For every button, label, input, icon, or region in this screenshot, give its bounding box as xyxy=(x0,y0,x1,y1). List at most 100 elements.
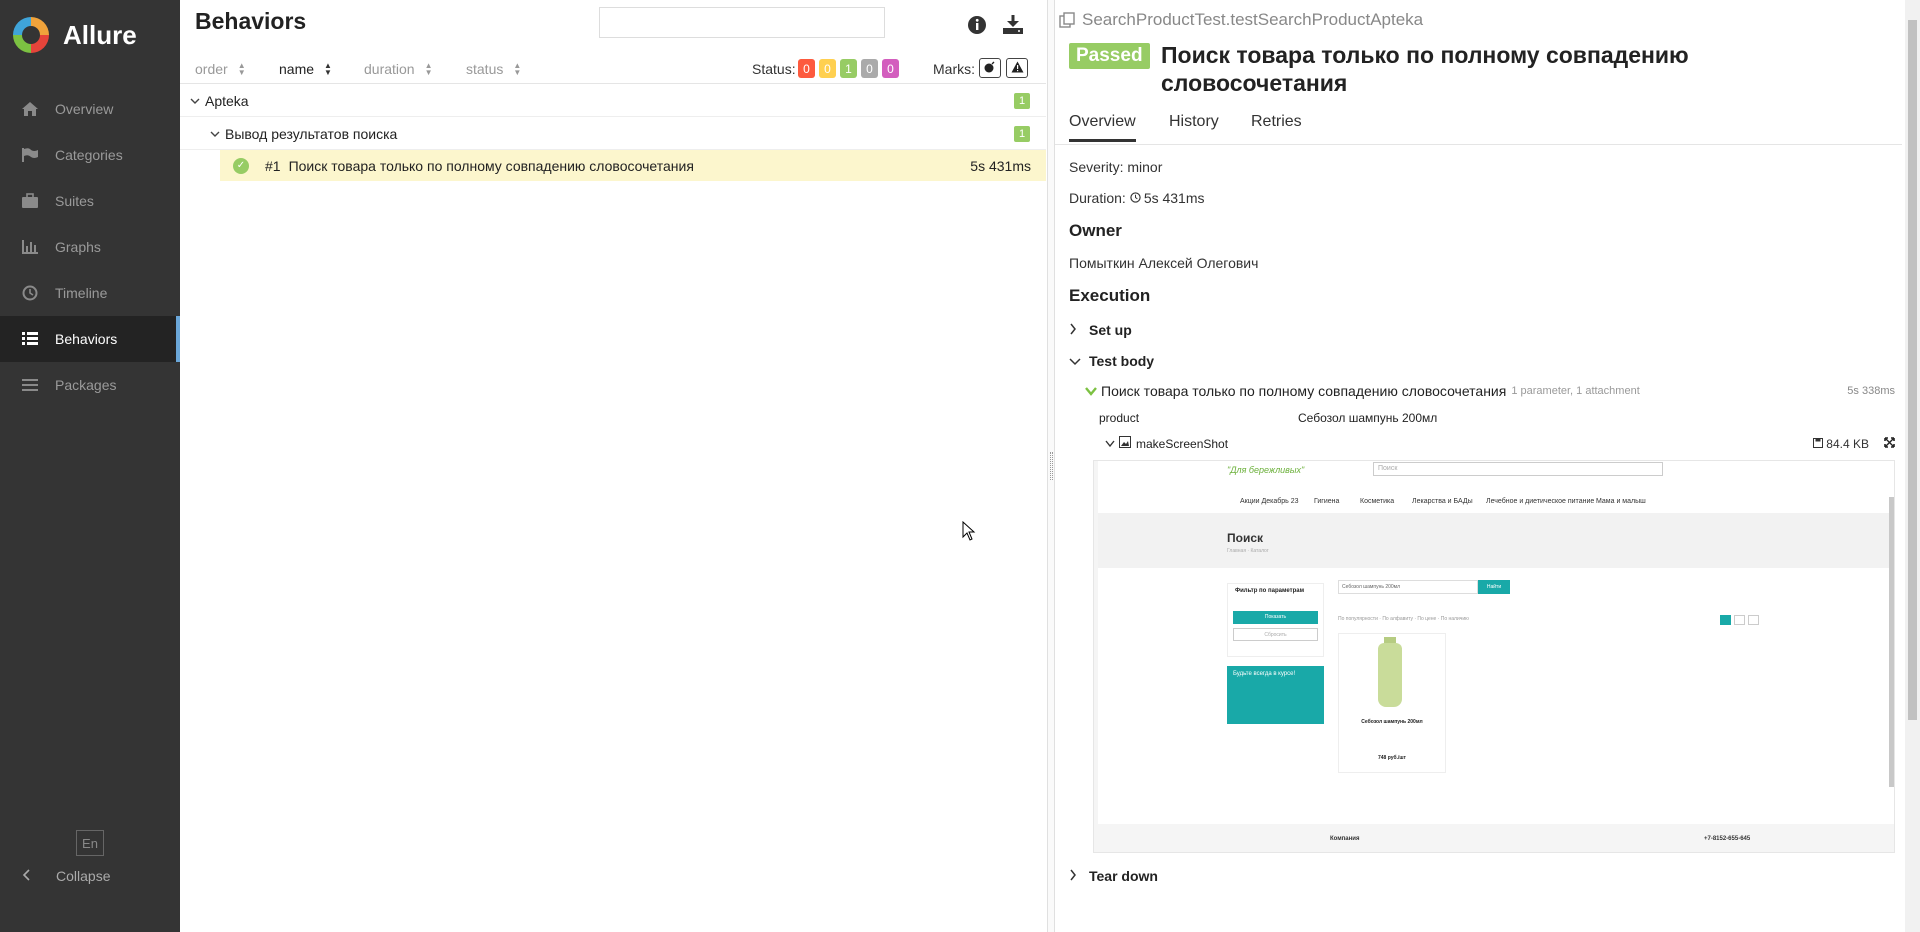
search-input[interactable] xyxy=(599,7,885,38)
bomb-icon xyxy=(984,61,996,76)
sort-label: duration xyxy=(364,61,415,77)
screenshot-footer-company: Компания xyxy=(1330,836,1360,842)
scrollbar-thumb[interactable] xyxy=(1908,20,1917,720)
warning-icon xyxy=(1011,61,1024,76)
sort-arrows-icon: ▲ ▼ xyxy=(237,61,246,77)
parameter-value: Себозол шампунь 200мл xyxy=(1298,411,1438,425)
duration-value: 5s 431ms xyxy=(1143,190,1205,206)
screenshot-scrollbar xyxy=(1889,497,1894,787)
setup-section[interactable]: Set up xyxy=(1069,322,1132,338)
screenshot-heading: Поиск xyxy=(1227,531,1264,545)
test-body-section[interactable]: Test body xyxy=(1069,353,1154,369)
sort-status[interactable]: status ▲ ▼ xyxy=(466,61,521,77)
sidebar-item-graphs[interactable]: Graphs xyxy=(0,224,180,270)
attachment-row[interactable]: makeScreenShot 84.4 KB xyxy=(1105,436,1895,451)
sort-name[interactable]: name ▲ ▼ xyxy=(279,61,332,77)
sidebar-item-behaviors[interactable]: Behaviors xyxy=(0,316,180,362)
sidebar-item-suites[interactable]: Suites xyxy=(0,178,180,224)
detail-scrollbar[interactable] xyxy=(1905,0,1920,932)
screenshot-find-button: Найти xyxy=(1478,580,1510,594)
step-meta: 1 parameter, 1 attachment xyxy=(1511,385,1640,397)
info-icon[interactable] xyxy=(967,15,987,40)
sidebar-item-packages[interactable]: Packages xyxy=(0,362,180,408)
screenshot-footer-phone: +7-8152-655-645 xyxy=(1704,836,1751,842)
home-icon xyxy=(19,100,41,118)
screenshot-product-image xyxy=(1378,643,1402,707)
sort-label: order xyxy=(195,61,228,77)
clock-icon xyxy=(1130,190,1141,206)
new-failed-mark-toggle[interactable] xyxy=(1006,58,1028,78)
tab-history[interactable]: History xyxy=(1169,113,1219,139)
status-skipped-toggle[interactable]: 0 xyxy=(861,59,878,78)
status-badge: Passed xyxy=(1069,43,1150,69)
chevron-down-icon xyxy=(1105,437,1115,451)
fullscreen-icon[interactable] xyxy=(1884,436,1895,451)
test-name: Поиск товара только по полному совпадени… xyxy=(288,157,694,174)
save-icon xyxy=(1812,437,1823,451)
behaviors-pane: Behaviors order ▲ ▼ name ▲ ▼ duration ▲ ▼ stat… xyxy=(180,0,1046,932)
test-result-row[interactable]: ✓ #1 Поиск товара только по полному совп… xyxy=(220,150,1046,181)
attachment-size-value: 84.4 KB xyxy=(1826,436,1869,451)
status-filter-label: Status: xyxy=(752,61,796,77)
copy-icon[interactable] xyxy=(1059,12,1075,28)
owner-heading: Owner xyxy=(1069,221,1122,240)
parameter-name: product xyxy=(1099,411,1140,425)
chevron-left-icon xyxy=(22,868,34,884)
screenshot-filter-title: Фильтр по параметрам xyxy=(1235,588,1305,594)
passed-check-icon: ✓ xyxy=(233,157,249,174)
tab-retries[interactable]: Retries xyxy=(1251,113,1302,139)
screenshot-menu-item: Акции Декабрь 23 xyxy=(1240,498,1299,505)
list-icon xyxy=(19,330,41,348)
sidebar: Allure Overview Categories Suites Graphs… xyxy=(0,0,180,932)
status-failed-toggle[interactable]: 0 xyxy=(798,59,815,78)
brand-name: Allure xyxy=(63,19,137,50)
download-icon[interactable] xyxy=(1002,13,1024,40)
duration-label: Duration: xyxy=(1069,190,1126,206)
step-name: Поиск товара только по полному совпадени… xyxy=(1101,383,1507,399)
tab-overview[interactable]: Overview xyxy=(1069,113,1136,142)
sort-arrows-icon: ▲ ▼ xyxy=(513,61,522,77)
splitter-grip-icon xyxy=(1050,452,1053,480)
status-passed-toggle[interactable]: 1 xyxy=(840,59,857,78)
test-number: #1 xyxy=(265,157,281,174)
test-step[interactable]: Поиск товара только по полному совпадени… xyxy=(1085,383,1895,399)
sort-duration[interactable]: duration ▲ ▼ xyxy=(364,61,433,77)
chevron-down-icon xyxy=(190,94,200,108)
teardown-section[interactable]: Tear down xyxy=(1069,868,1158,884)
screenshot-reset-button: Сбросить xyxy=(1233,628,1318,641)
sidebar-item-label: Graphs xyxy=(55,239,101,255)
flaky-mark-toggle[interactable] xyxy=(979,58,1001,78)
clock-icon xyxy=(19,284,41,302)
mouse-cursor-icon xyxy=(962,520,976,546)
tree-group-feature[interactable]: Вывод результатов поиска 1 xyxy=(180,118,1046,150)
chevron-right-icon xyxy=(1069,322,1081,338)
tree-group-epic[interactable]: Apteka 1 xyxy=(180,85,1046,117)
screenshot-menu-item: Косметика xyxy=(1360,498,1395,505)
pane-splitter[interactable] xyxy=(1047,0,1055,932)
test-full-name: SearchProductTest.testSearchProductAptek… xyxy=(1082,10,1424,29)
severity: Severity: minor xyxy=(1069,159,1163,175)
status-broken-toggle[interactable]: 0 xyxy=(819,59,836,78)
sidebar-item-timeline[interactable]: Timeline xyxy=(0,270,180,316)
sidebar-item-overview[interactable]: Overview xyxy=(0,86,180,132)
brand[interactable]: Allure xyxy=(0,0,180,70)
sidebar-item-categories[interactable]: Categories xyxy=(0,132,180,178)
screenshot-promo: Будьте всегда в курсе! xyxy=(1227,666,1324,724)
collapse-button[interactable]: Collapse xyxy=(22,868,110,884)
language-switch[interactable]: En xyxy=(76,830,104,856)
screenshot-product-name: Себозол шампунь 200мл xyxy=(1361,719,1423,725)
attachment-screenshot: "Для бережливых" Поиск Акции Декабрь 23 … xyxy=(1093,460,1895,853)
sidebar-item-label: Categories xyxy=(55,147,123,163)
sidebar-item-label: Overview xyxy=(55,101,114,117)
attachment-size: 84.4 KB xyxy=(1812,436,1869,451)
test-detail-pane: SearchProductTest.testSearchProductAptek… xyxy=(1055,0,1902,932)
screenshot-menu-item: Мама и малыш xyxy=(1596,498,1646,505)
status-unknown-toggle[interactable]: 0 xyxy=(882,59,899,78)
step-duration: 5s 338ms xyxy=(1847,385,1895,397)
sort-order[interactable]: order ▲ ▼ xyxy=(195,61,246,77)
screenshot-view-toggles xyxy=(1720,615,1759,625)
owner-name: Помыткин Алексей Олегович xyxy=(1069,255,1259,271)
screenshot-menu-item: Гигиена xyxy=(1314,498,1340,505)
sort-bar: order ▲ ▼ name ▲ ▼ duration ▲ ▼ status ▲ ▼ Statu… xyxy=(180,56,1046,84)
chevron-right-icon xyxy=(1069,868,1081,884)
